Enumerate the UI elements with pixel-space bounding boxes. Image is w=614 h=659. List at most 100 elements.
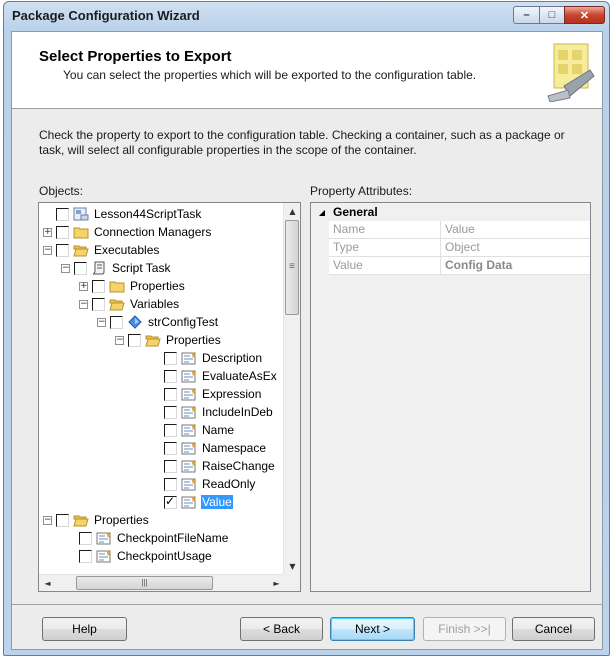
- objects-label: Objects:: [39, 184, 84, 198]
- tree-node-namespace[interactable]: Namespace: [164, 439, 267, 457]
- folder-open-icon: [73, 515, 89, 527]
- tree-node-expression[interactable]: Expression: [164, 385, 262, 403]
- wizard-header: Select Properties to Export You can sele…: [12, 32, 602, 109]
- property-grid[interactable]: ◢ General Name Value Type Object Value C…: [310, 202, 591, 592]
- tree-checkbox[interactable]: [56, 243, 69, 257]
- maximize-icon: □: [548, 9, 556, 21]
- collapse-icon[interactable]: −: [43, 515, 52, 525]
- scroll-left-icon[interactable]: ◄: [39, 575, 56, 591]
- tree-node-checkpointfilename[interactable]: CheckpointFileName: [79, 529, 229, 547]
- tree-node-package-properties[interactable]: − Properties: [43, 511, 150, 529]
- tree-checkbox[interactable]: [79, 549, 92, 563]
- finish-button[interactable]: Finish >>|: [423, 617, 506, 641]
- minimize-button[interactable]: –: [513, 6, 540, 24]
- property-icon: [96, 550, 111, 563]
- tree-checkbox-checked[interactable]: [164, 494, 177, 509]
- expand-icon[interactable]: +: [43, 227, 52, 237]
- tree-vertical-scrollbar[interactable]: ▲ ▼: [283, 203, 300, 575]
- property-icon: [181, 388, 196, 401]
- tree-node-label: strConfigTest: [148, 315, 219, 329]
- tree-checkbox[interactable]: [164, 459, 177, 473]
- folder-open-icon: [73, 245, 89, 257]
- tree-node-name[interactable]: Name: [164, 421, 235, 439]
- collapse-icon[interactable]: −: [43, 245, 52, 255]
- tree-node-strconfigtest[interactable]: − strConfigTest: [97, 313, 219, 331]
- tree-node-evaluateasexpression[interactable]: EvaluateAsEx: [164, 367, 278, 385]
- tree-node-package[interactable]: Lesson44ScriptTask: [43, 205, 202, 223]
- tree-node-label: EvaluateAsEx: [202, 369, 277, 383]
- objects-tree[interactable]: Lesson44ScriptTask + Connection Managers…: [38, 202, 301, 592]
- next-button[interactable]: Next >: [330, 617, 415, 641]
- property-icon: [181, 352, 196, 365]
- help-button[interactable]: Help: [42, 617, 127, 641]
- tree-node-script-task[interactable]: − Script Task: [61, 259, 171, 277]
- window-title: Package Configuration Wizard: [12, 8, 200, 23]
- tree-node-variables[interactable]: − Variables: [79, 295, 180, 313]
- tree-node-checkpointusage[interactable]: CheckpointUsage: [79, 547, 213, 565]
- package-icon: [73, 207, 89, 221]
- maximize-button[interactable]: □: [539, 6, 565, 24]
- tree-checkbox[interactable]: [164, 441, 177, 455]
- tree-node-raisechangedevent[interactable]: RaiseChange: [164, 457, 276, 475]
- tree-checkbox[interactable]: [74, 261, 87, 275]
- tree-checkbox[interactable]: [79, 531, 92, 545]
- property-icon: [181, 442, 196, 455]
- tree-node-label: CheckpointUsage: [117, 549, 212, 563]
- tree-node-task-properties[interactable]: + Properties: [79, 277, 186, 295]
- tree-node-includeindebugdump[interactable]: IncludeInDeb: [164, 403, 274, 421]
- tree-checkbox[interactable]: [56, 513, 69, 527]
- tree-horizontal-scrollbar[interactable]: ◄ ||| ►: [39, 574, 285, 591]
- property-row[interactable]: Type Object: [329, 239, 590, 257]
- scroll-up-icon[interactable]: ▲: [284, 203, 300, 220]
- tree-checkbox[interactable]: [164, 477, 177, 491]
- instruction-text: Check the property to export to the conf…: [39, 128, 565, 157]
- tree-checkbox[interactable]: [128, 333, 141, 347]
- tree-node-label: Variables: [130, 297, 180, 311]
- tree-node-executables[interactable]: − Executables: [43, 241, 160, 259]
- tree-node-connection-managers[interactable]: + Connection Managers: [43, 223, 212, 241]
- tree-node-readonly[interactable]: ReadOnly: [164, 475, 256, 493]
- scroll-down-icon[interactable]: ▼: [284, 558, 300, 575]
- tree-node-label: CheckpointFileName: [117, 531, 229, 545]
- collapse-icon[interactable]: −: [61, 263, 70, 273]
- tree-checkbox[interactable]: [92, 297, 105, 311]
- expand-icon[interactable]: +: [79, 281, 88, 291]
- back-button[interactable]: < Back: [240, 617, 323, 641]
- property-category[interactable]: ◢ General: [311, 203, 590, 221]
- tree-node-label: IncludeInDeb: [202, 405, 273, 419]
- tree-node-variable-properties[interactable]: − Properties: [115, 331, 222, 349]
- scroll-thumb[interactable]: |||: [76, 576, 213, 590]
- property-row[interactable]: Name Value: [329, 221, 590, 239]
- tree-checkbox[interactable]: [164, 351, 177, 365]
- tree-checkbox[interactable]: [56, 225, 69, 239]
- scroll-thumb[interactable]: [285, 220, 299, 315]
- collapse-icon[interactable]: −: [115, 335, 124, 345]
- collapse-icon[interactable]: −: [97, 317, 106, 327]
- collapse-icon[interactable]: −: [79, 299, 88, 309]
- property-name: Value: [329, 257, 441, 274]
- tree-checkbox[interactable]: [164, 387, 177, 401]
- close-button[interactable]: ✕: [564, 6, 605, 24]
- tree-node-label: Description: [202, 351, 263, 365]
- close-icon: ✕: [579, 9, 590, 22]
- tree-checkbox[interactable]: [56, 207, 69, 221]
- property-value: Value: [445, 222, 475, 236]
- tree-node-label: RaiseChange: [202, 459, 275, 473]
- tree-node-label: Script Task: [112, 261, 171, 275]
- category-label: General: [333, 205, 378, 219]
- tree-node-value[interactable]: Value: [164, 493, 233, 511]
- tree-checkbox[interactable]: [110, 315, 123, 329]
- property-row[interactable]: Value Config Data: [329, 257, 590, 275]
- collapse-triangle-icon[interactable]: ◢: [311, 208, 333, 217]
- title-bar[interactable]: Package Configuration Wizard – □ ✕: [4, 2, 609, 30]
- property-name: Type: [329, 239, 441, 256]
- wizard-wand-icon: [547, 43, 595, 102]
- tree-checkbox[interactable]: [164, 369, 177, 383]
- tree-checkbox[interactable]: [164, 405, 177, 419]
- tree-checkbox[interactable]: [164, 423, 177, 437]
- cancel-button[interactable]: Cancel: [512, 617, 595, 641]
- grid-gutter: [311, 221, 329, 275]
- tree-checkbox[interactable]: [92, 279, 105, 293]
- tree-node-label: Name: [202, 423, 235, 437]
- tree-node-description[interactable]: Description: [164, 349, 263, 367]
